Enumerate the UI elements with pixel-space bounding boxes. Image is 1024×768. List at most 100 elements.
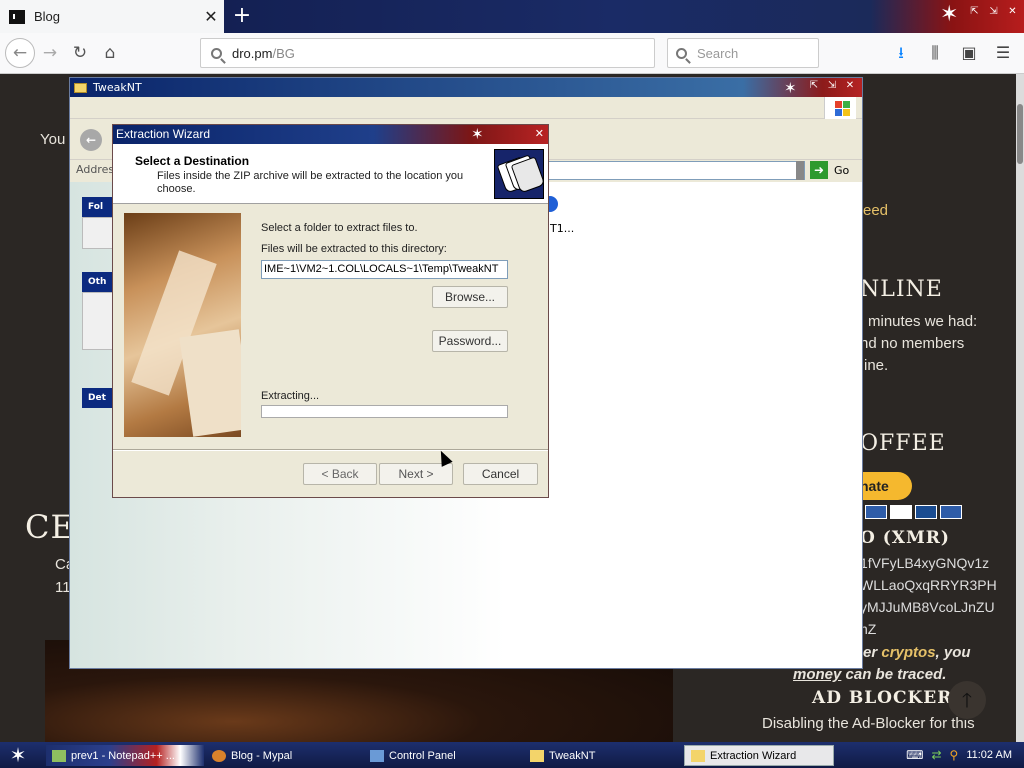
go-arrow-icon: ➜: [810, 161, 828, 179]
extraction-progress-bar: [261, 405, 508, 418]
maximize-button[interactable]: ⇲: [826, 80, 838, 91]
taskbar-item[interactable]: prev1 - Notepad++ ...: [46, 745, 204, 766]
menu-icon[interactable]: ☰: [990, 40, 1016, 66]
tweaknt-titlebar[interactable]: TweakNT ✶ ⇱ ⇲ ✕: [70, 78, 862, 97]
wizard-titlebar[interactable]: Extraction Wizard ✶ ✕: [113, 125, 548, 144]
tweaknt-title: TweakNT: [93, 81, 142, 94]
search-tray-icon[interactable]: ⚲: [950, 748, 959, 762]
close-button[interactable]: ✕: [844, 80, 856, 91]
download-icon[interactable]: ⭳: [888, 40, 914, 66]
wizard-separator: [113, 449, 548, 451]
xmr-address-line: 1fVFyLB4xyGNQv1z: [860, 555, 990, 571]
search-bar[interactable]: Search: [667, 38, 819, 68]
scrollbar-thumb[interactable]: [1017, 104, 1023, 164]
minimize-button[interactable]: ⇱: [808, 80, 820, 91]
wizard-heading: Select a Destination: [135, 154, 250, 168]
password-button[interactable]: Password...: [432, 330, 508, 352]
search-icon: [211, 47, 222, 59]
search-icon: [676, 47, 687, 59]
adblock-text: Disabling the Ad-Blocker for this: [762, 715, 975, 732]
xmr-address-line: WLLaoQxqRRYR3PH: [860, 577, 997, 593]
browser-tab-bar: Blog ✕ + ✶ ⇱ ⇲ ✕: [0, 0, 1024, 33]
address-dropdown-icon[interactable]: [796, 161, 804, 180]
back-button[interactable]: < Back: [303, 463, 377, 485]
taskbar-item[interactable]: Blog - Mypal: [206, 745, 356, 766]
taskbar-item-label: Blog - Mypal: [231, 749, 293, 762]
network-icon[interactable]: ⇄: [931, 748, 941, 762]
page-scrollbar[interactable]: [1016, 74, 1024, 742]
browse-button[interactable]: Browse...: [432, 286, 508, 308]
url-path: /BG: [272, 45, 295, 61]
online-line-2: nd no members: [860, 335, 965, 352]
online-line-3: ine.: [864, 357, 889, 374]
maximize-button[interactable]: ⇲: [986, 4, 1001, 19]
restore-button[interactable]: ⇱: [967, 4, 982, 19]
wizard-header: Select a Destination Files inside the ZI…: [113, 144, 548, 204]
folder-icon: [530, 749, 544, 762]
taskbar-item[interactable]: Control Panel: [364, 745, 514, 766]
taskbar-item-label: prev1 - Notepad++ ...: [71, 749, 175, 762]
adblock-heading: AD BLOCKER: [812, 688, 953, 708]
system-tray: ⌨ ⇄ ⚲ 11:02 AM: [906, 742, 1024, 768]
tab-title: Blog: [34, 9, 61, 24]
reload-button[interactable]: ↻: [65, 38, 95, 68]
back-arrow-icon[interactable]: ←: [80, 129, 102, 151]
folder-icon: [74, 82, 87, 93]
taskbar-item-label: TweakNT: [549, 749, 596, 762]
directory-label: Files will be extracted to this director…: [261, 243, 447, 255]
details-header[interactable]: Det: [82, 388, 114, 408]
close-window-button[interactable]: ✕: [1005, 4, 1020, 19]
zip-folder-icon: [494, 149, 546, 199]
folder-tasks-header[interactable]: Fol: [82, 197, 114, 217]
page-text-feed[interactable]: eed: [863, 202, 888, 219]
back-button[interactable]: ←: [5, 38, 35, 68]
extracting-status: Extracting...: [261, 390, 320, 402]
new-tab-button[interactable]: +: [230, 2, 254, 30]
home-button[interactable]: ⌂: [95, 38, 125, 68]
control-panel-icon: [370, 749, 384, 762]
content-text: T1...: [550, 222, 575, 235]
scroll-to-top-button[interactable]: 🡑: [948, 681, 986, 719]
search-placeholder: Search: [697, 45, 739, 61]
payment-cards: [865, 505, 962, 519]
url-host: dro.pm: [232, 45, 273, 61]
url-bar[interactable]: dro.pm/BG: [200, 38, 655, 68]
tweaknt-window-controls: ⇱ ⇲ ✕: [808, 80, 856, 91]
go-button[interactable]: ➜ Go: [810, 161, 849, 179]
extraction-wizard-dialog: Extraction Wizard ✶ ✕ Select a Destinati…: [112, 124, 549, 498]
tab-close-icon[interactable]: ✕: [198, 7, 224, 26]
library-icon[interactable]: ⫼: [922, 40, 948, 66]
folder-icon: [691, 749, 705, 762]
start-button[interactable]: ✶: [0, 743, 36, 767]
directory-input[interactable]: IME~1\VM2~1.COL\LOCALS~1\Temp\TweakNT: [261, 260, 508, 279]
star-icon: ✶: [940, 2, 959, 27]
privacy-pre: er: [863, 644, 882, 661]
keyboard-icon[interactable]: ⌨: [906, 748, 923, 762]
select-folder-label: Select a folder to extract files to.: [261, 222, 418, 234]
site-favicon-icon: [9, 9, 25, 24]
privacy-post: , you: [935, 644, 971, 661]
sidebar-icon[interactable]: ▣: [956, 40, 982, 66]
taskbar-item[interactable]: TweakNT: [524, 745, 674, 766]
star-icon: ✶: [784, 79, 797, 97]
forward-button[interactable]: →: [35, 38, 65, 68]
go-label: Go: [834, 163, 850, 177]
tweaknt-menubar: [70, 97, 862, 119]
toolbar-icons: ⭳ ⫼ ▣ ☰: [888, 40, 1016, 66]
wizard-close-button[interactable]: ✕: [535, 125, 544, 144]
online-heading: NLINE: [860, 277, 943, 302]
wizard-body: Select a folder to extract files to. Fil…: [113, 204, 548, 450]
folder-tasks-panel: [82, 217, 114, 249]
window-controls: ⇱ ⇲ ✕: [967, 4, 1020, 19]
privacy-line-1: er cryptos, you: [863, 644, 971, 661]
taskbar: ✶ prev1 - Notepad++ ... Blog - Mypal Con…: [0, 742, 1024, 768]
other-places-header[interactable]: Oth: [82, 272, 114, 292]
clock[interactable]: 11:02 AM: [966, 749, 1012, 761]
taskbar-item-label: Control Panel: [389, 749, 456, 762]
wizard-illustration: [124, 213, 241, 437]
browser-tab[interactable]: Blog ✕: [0, 0, 224, 33]
taskbar-item-active[interactable]: Extraction Wizard: [684, 745, 834, 766]
cancel-button[interactable]: Cancel: [463, 463, 538, 485]
browser-icon: [212, 749, 226, 762]
wizard-title: Extraction Wizard: [116, 127, 211, 141]
